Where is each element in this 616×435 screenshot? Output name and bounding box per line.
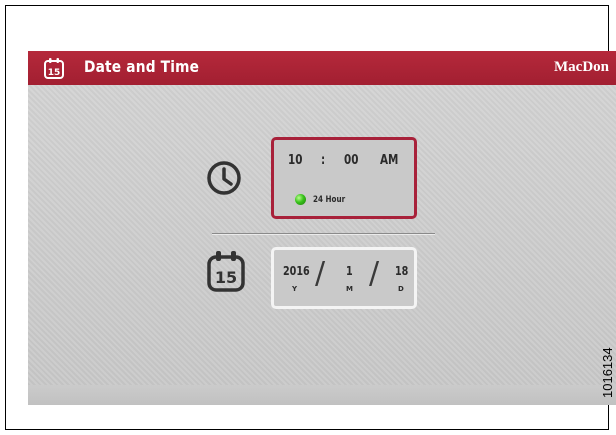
bottom-bar [28, 385, 616, 405]
brand-logo: MacDon [554, 59, 609, 75]
time-separator: : [321, 153, 326, 168]
day-unit-label: D [398, 285, 404, 293]
clock-icon [207, 161, 241, 195]
section-divider [212, 233, 435, 234]
date-setting-box[interactable]: 2016 Y / 1 M / 18 D [271, 247, 417, 309]
calendar-icon-number: 15 [48, 68, 61, 78]
page-title: Date and Time [84, 57, 200, 76]
calendar-icon: 15 [207, 251, 245, 292]
calendar-icon: 15 [44, 58, 64, 79]
year-value[interactable]: 2016 [283, 264, 310, 278]
date-separator: / [315, 256, 326, 291]
date-separator: / [369, 256, 380, 291]
year-unit-label: Y [292, 285, 298, 293]
day-value[interactable]: 18 [395, 264, 408, 278]
minute-value[interactable]: 00 [344, 153, 358, 168]
display-screen: 15 Date and Time MacDon 10 : 00 AM 24 Ho… [28, 51, 616, 405]
green-led-icon[interactable] [295, 194, 306, 205]
24-hour-label[interactable]: 24 Hour [313, 195, 345, 205]
calendar-icon-number: 15 [215, 268, 237, 287]
month-unit-label: M [346, 285, 353, 293]
figure-frame: 15 Date and Time MacDon 10 : 00 AM 24 Ho… [5, 5, 616, 430]
title-bar: 15 Date and Time MacDon [28, 51, 616, 85]
hour-value[interactable]: 10 [288, 153, 302, 168]
month-value[interactable]: 1 [346, 264, 353, 278]
ampm-value[interactable]: AM [380, 153, 398, 168]
figure-id-label: 1016134 [600, 347, 615, 398]
time-setting-box[interactable]: 10 : 00 AM 24 Hour [271, 137, 417, 219]
